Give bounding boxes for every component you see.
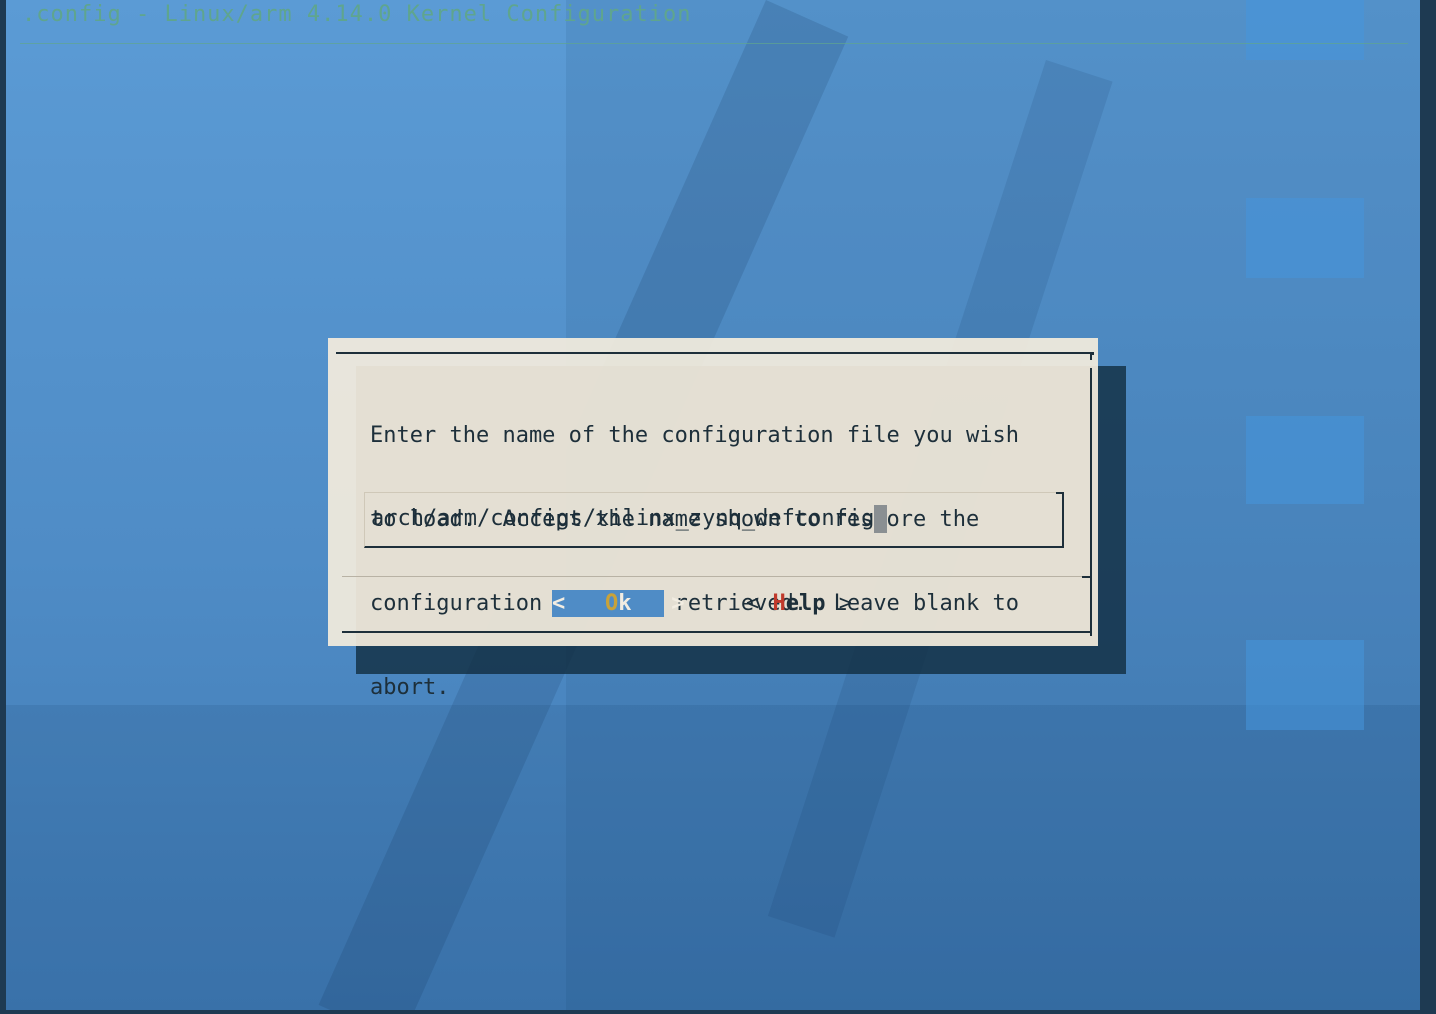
help-hotkey: H xyxy=(772,591,786,616)
ok-bracket-right: > xyxy=(671,591,685,616)
dialog-separator-tick xyxy=(1082,576,1092,578)
dialog-border-corner xyxy=(1090,352,1092,360)
background-desktop-icon xyxy=(1246,198,1364,278)
filename-input-value[interactable]: arch/arm/configs/xilinx_zynq_defconfig xyxy=(371,505,888,533)
ok-button[interactable]: < Ok > xyxy=(552,590,685,617)
dialog-border-right xyxy=(1090,368,1092,636)
load-config-dialog: Enter the name of the configuration file… xyxy=(328,338,1098,700)
config-title: .config - Linux/arm 4.14.0 Kernel Config… xyxy=(22,2,692,27)
text-cursor xyxy=(874,505,888,533)
prompt-line: abort. xyxy=(370,675,450,700)
background-desktop-icon xyxy=(1246,416,1364,504)
filename-text: arch/arm/configs/xilinx_zynq_defconfig xyxy=(371,506,875,531)
help-bracket-left: < xyxy=(746,591,760,616)
input-border-corner xyxy=(1056,492,1064,494)
filename-input[interactable]: arch/arm/configs/xilinx_zynq_defconfig xyxy=(364,492,1064,548)
ok-hotkey: O xyxy=(605,591,619,616)
dialog-prompt: Enter the name of the configuration file… xyxy=(370,366,1070,758)
help-bracket-right: > xyxy=(838,591,852,616)
help-label-rest: elp xyxy=(785,591,826,616)
ok-bracket-left: < xyxy=(552,591,566,616)
title-underline xyxy=(20,43,1408,44)
background-desktop-icon xyxy=(1246,640,1364,730)
help-button[interactable]: < Help > xyxy=(746,590,852,617)
ok-label-rest: k xyxy=(618,591,632,616)
dialog-border-top xyxy=(336,352,1094,355)
background-desktop-icon xyxy=(1246,0,1364,60)
prompt-line: configuration you last retrieved. Leave … xyxy=(370,591,1020,616)
prompt-line: Enter the name of the configuration file… xyxy=(370,423,1020,448)
